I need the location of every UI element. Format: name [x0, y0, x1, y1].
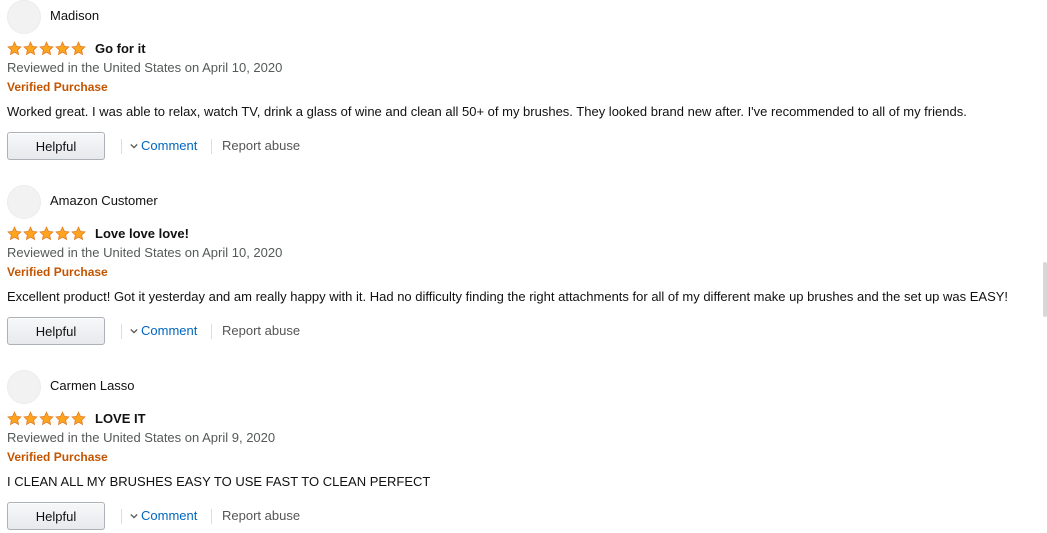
- divider: [121, 324, 122, 339]
- avatar: [7, 185, 41, 219]
- reviewer-name[interactable]: Carmen Lasso: [50, 378, 135, 393]
- helpful-button[interactable]: Helpful: [7, 502, 105, 530]
- verified-badge[interactable]: Verified Purchase: [7, 80, 108, 94]
- star-icon: [39, 41, 54, 56]
- avatar: [7, 370, 41, 404]
- review-body: I CLEAN ALL MY BRUSHES EASY TO USE FAST …: [7, 474, 431, 489]
- review-date: Reviewed in the United States on April 1…: [7, 245, 283, 260]
- star-icon: [55, 226, 70, 241]
- comment-link[interactable]: Comment: [130, 323, 197, 338]
- verified-badge[interactable]: Verified Purchase: [7, 265, 108, 279]
- report-abuse-link[interactable]: Report abuse: [222, 138, 300, 153]
- star-icon: [7, 226, 22, 241]
- star-icon: [71, 411, 86, 426]
- verified-badge[interactable]: Verified Purchase: [7, 450, 108, 464]
- avatar: [7, 0, 41, 34]
- star-icon: [39, 411, 54, 426]
- helpful-button[interactable]: Helpful: [7, 317, 105, 345]
- divider: [211, 509, 212, 524]
- helpful-button[interactable]: Helpful: [7, 132, 105, 160]
- review-title[interactable]: LOVE IT: [95, 411, 146, 426]
- star-icon: [39, 226, 54, 241]
- report-abuse-link[interactable]: Report abuse: [222, 323, 300, 338]
- star-rating[interactable]: [7, 226, 86, 241]
- divider: [211, 139, 212, 154]
- reviewer-name[interactable]: Amazon Customer: [50, 193, 158, 208]
- review-title[interactable]: Go for it: [95, 41, 146, 56]
- star-icon: [55, 411, 70, 426]
- reviewer-name[interactable]: Madison: [50, 8, 99, 23]
- star-icon: [71, 41, 86, 56]
- comment-link[interactable]: Comment: [130, 138, 197, 153]
- star-icon: [55, 41, 70, 56]
- review-date: Reviewed in the United States on April 9…: [7, 430, 276, 445]
- comment-label: Comment: [141, 323, 198, 338]
- comment-label: Comment: [141, 508, 198, 523]
- review-title[interactable]: Love love love!: [95, 226, 189, 241]
- star-icon: [23, 41, 38, 56]
- review-date: Reviewed in the United States on April 1…: [7, 60, 283, 75]
- divider: [211, 324, 212, 339]
- star-rating[interactable]: [7, 411, 86, 426]
- star-icon: [23, 411, 38, 426]
- comment-link[interactable]: Comment: [130, 508, 197, 523]
- star-rating[interactable]: [7, 41, 86, 56]
- star-icon: [23, 226, 38, 241]
- comment-label: Comment: [141, 138, 198, 153]
- chevron-down-icon: [130, 513, 138, 519]
- chevron-down-icon: [130, 328, 138, 334]
- report-abuse-link[interactable]: Report abuse: [222, 508, 300, 523]
- star-icon: [71, 226, 86, 241]
- divider: [121, 139, 122, 154]
- scrollbar[interactable]: [1043, 262, 1047, 317]
- chevron-down-icon: [130, 143, 138, 149]
- star-icon: [7, 411, 22, 426]
- divider: [121, 509, 122, 524]
- review-body: Excellent product! Got it yesterday and …: [7, 289, 1009, 304]
- review-body: Worked great. I was able to relax, watch…: [7, 104, 967, 119]
- star-icon: [7, 41, 22, 56]
